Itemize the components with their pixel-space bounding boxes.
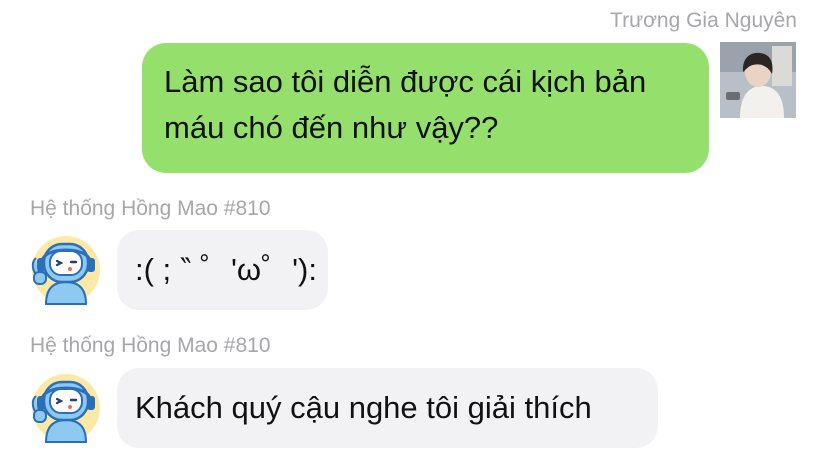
bot-avatar[interactable] — [28, 232, 104, 308]
message-line: máu chó đến như vậy?? — [164, 110, 499, 145]
bot-avatar[interactable] — [28, 370, 104, 446]
message-bubble-outgoing[interactable]: Làm sao tôi diễn được cái kịch bản máu c… — [142, 43, 709, 173]
robot-mascot-avatar-icon — [31, 374, 100, 443]
message-text: Khách quý cậu nghe tôi giải thích — [135, 390, 592, 425]
message-bubble-incoming[interactable]: Khách quý cậu nghe tôi giải thích — [117, 368, 658, 448]
sender-name-user: Trương Gia Nguyên — [610, 9, 797, 32]
message-line: Làm sao tôi diễn được cái kịch bản — [164, 64, 647, 99]
sender-name-bot: Hệ thống Hồng Mao #810 — [30, 197, 271, 220]
robot-mascot-avatar-icon — [31, 236, 100, 305]
message-bubble-incoming[interactable]: :( ; ‶ ゜'ω゜'): — [117, 230, 328, 310]
user-avatar[interactable] — [720, 42, 796, 118]
sender-name-bot: Hệ thống Hồng Mao #810 — [30, 334, 271, 357]
message-text: :( ; ‶ ゜'ω゜'): — [135, 252, 317, 287]
user-photo-avatar-icon — [720, 42, 796, 118]
